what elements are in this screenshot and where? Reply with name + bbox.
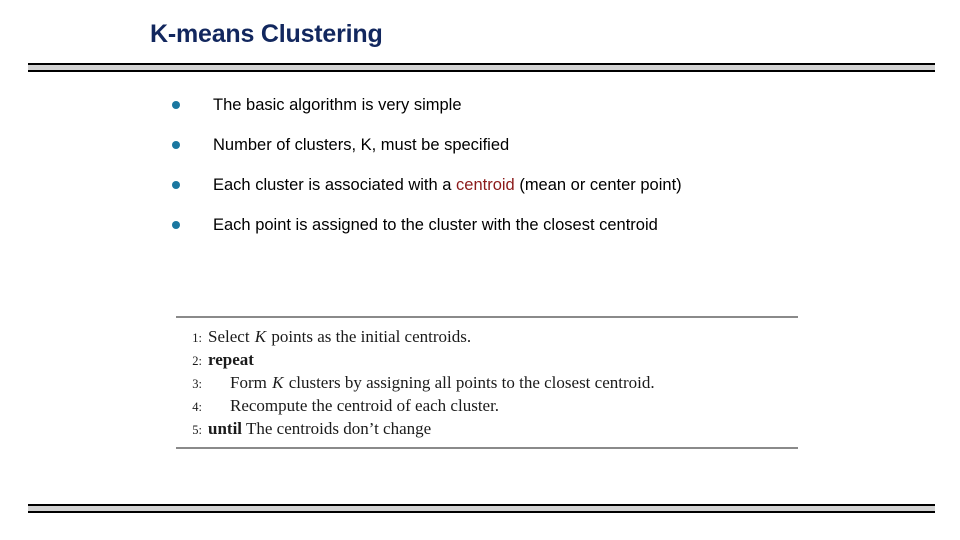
text-run: Form bbox=[230, 373, 272, 392]
algorithm-line-number: 1: bbox=[192, 331, 202, 345]
algorithm-line-text: Recompute the centroid of each cluster. bbox=[208, 397, 798, 414]
list-item-text: Each point is assigned to the cluster wi… bbox=[213, 214, 783, 238]
header-divider-bar bbox=[28, 63, 935, 72]
algorithm-keyword: until bbox=[208, 419, 243, 438]
bullet-dot-icon bbox=[172, 140, 180, 149]
algorithm-line-number: 4: bbox=[192, 400, 202, 414]
algorithm-line-text: until The centroids don’t change bbox=[208, 420, 798, 437]
list-item: The basic algorithm is very simple bbox=[168, 94, 783, 118]
text-run: clusters by assigning all points to the … bbox=[284, 373, 655, 392]
algorithm-line: 4: Recompute the centroid of each cluster… bbox=[176, 397, 798, 414]
text-run: (mean or center point) bbox=[514, 175, 682, 194]
algorithm-line-text: Form K clusters by assigning all points … bbox=[208, 374, 798, 391]
footer-divider-bar bbox=[28, 504, 935, 513]
text-run: The basic algorithm is very simple bbox=[213, 96, 462, 114]
text-run: Recompute the centroid of each cluster. bbox=[230, 396, 500, 415]
text-run: points as the initial centroids. bbox=[267, 327, 472, 346]
text-run: Number of clusters, K, must be specified bbox=[213, 135, 510, 154]
list-item-text: Each cluster is associated with a centro… bbox=[213, 174, 783, 198]
algorithm-line: 2: repeat bbox=[176, 351, 798, 368]
highlighted-term: centroid bbox=[456, 175, 515, 194]
algorithm-line-number: 2: bbox=[192, 354, 202, 368]
algorithm-line-number: 5: bbox=[192, 423, 202, 437]
bullet-marker-cell bbox=[168, 214, 213, 229]
bullet-marker-cell bbox=[168, 174, 213, 189]
math-variable: K bbox=[272, 373, 284, 392]
algorithm-keyword: repeat bbox=[208, 350, 254, 369]
algorithm-line: 3: Form K clusters by assigning all point… bbox=[176, 374, 798, 391]
bullet-dot-icon bbox=[172, 101, 180, 109]
text-run: The centroids don’t change bbox=[242, 419, 432, 438]
text-run: Each cluster is associated with a bbox=[213, 175, 457, 194]
list-item: Each cluster is associated with a centro… bbox=[168, 174, 783, 198]
list-item: Each point is assigned to the cluster wi… bbox=[168, 214, 783, 238]
list-item-text: The basic algorithm is very simple bbox=[213, 94, 783, 118]
algorithm-line-text: repeat bbox=[208, 351, 798, 368]
list-item: Number of clusters, K, must be specified bbox=[168, 134, 783, 158]
algorithm-pseudocode-block: 1: Select K points as the initial centroi… bbox=[176, 316, 798, 449]
algorithm-line-text: Select K points as the initial centroids… bbox=[208, 328, 798, 345]
bullet-dot-icon bbox=[172, 220, 180, 229]
page-title: K-means Clustering bbox=[150, 20, 383, 48]
algorithm-line-number: 3: bbox=[192, 377, 202, 391]
bullet-marker-cell bbox=[168, 134, 213, 149]
algorithm-line: 5: until The centroids don’t change bbox=[176, 420, 798, 437]
list-item-text: Number of clusters, K, must be specified bbox=[213, 134, 783, 158]
bullet-marker-cell bbox=[168, 94, 213, 109]
slide-canvas: K-means Clustering The basic algorithm i… bbox=[0, 0, 960, 540]
math-variable: K bbox=[254, 327, 267, 346]
algorithm-line: 1: Select K points as the initial centroi… bbox=[176, 328, 798, 345]
text-run: Select bbox=[208, 327, 254, 346]
text-run: Each point is assigned to the cluster wi… bbox=[213, 215, 658, 234]
bullet-list: The basic algorithm is very simple Number… bbox=[168, 94, 783, 254]
bullet-dot-icon bbox=[172, 180, 180, 189]
